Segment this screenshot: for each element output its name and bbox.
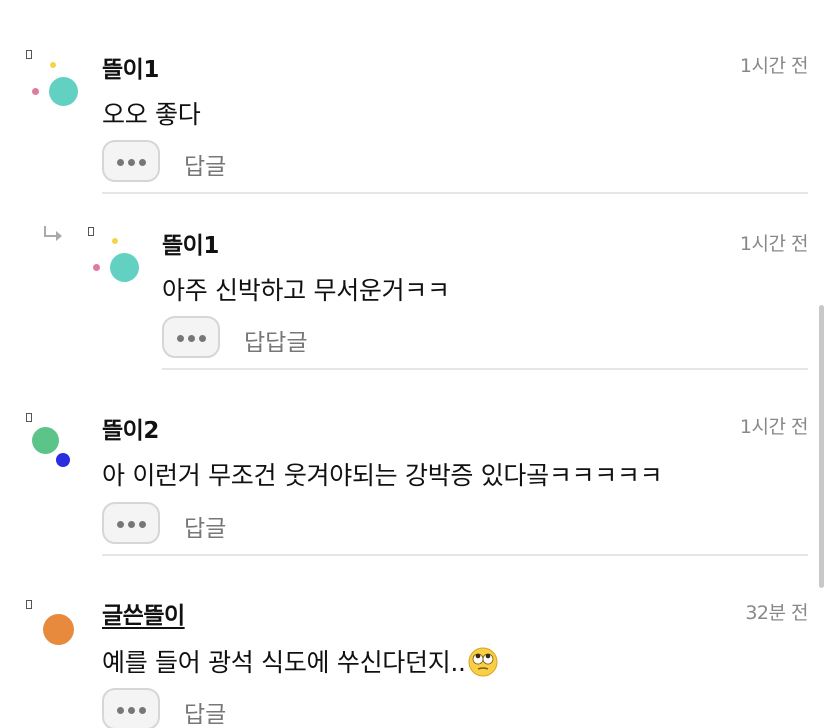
avatar-circle [32, 427, 59, 454]
comment-time: 1시간 전 [739, 416, 809, 438]
comment-nickname[interactable]: 글쓴뜰이 [102, 596, 185, 630]
avatar-dot [112, 238, 118, 244]
avatar[interactable] [88, 227, 148, 297]
comment-text: 예를 들어 광석 식도에 쑤신다던지.. [102, 648, 466, 677]
scrollbar[interactable] [819, 305, 824, 588]
avatar-dot [32, 88, 39, 95]
more-dots-icon [117, 707, 124, 714]
more-dots-icon [117, 521, 124, 528]
more-dots-icon [139, 707, 146, 714]
more-options-button[interactable] [102, 140, 160, 182]
comment-text: 아 이런거 무조건 웃겨야되는 강박증 있다곸ㅋㅋㅋㅋㅋ [102, 461, 663, 490]
avatar-circle [110, 253, 139, 282]
avatar[interactable] [26, 50, 86, 120]
comment-divider [102, 554, 808, 556]
comment-text: 아주 신박하고 무서운거ㅋㅋ [162, 276, 450, 305]
avatar-badge-icon [26, 413, 32, 422]
avatar-badge-icon [26, 50, 32, 59]
more-dots-icon [139, 159, 146, 166]
more-dots-icon [139, 521, 146, 528]
comment-divider [162, 368, 808, 370]
more-dots-icon [128, 707, 135, 714]
more-dots-icon [188, 335, 195, 342]
more-dots-icon [128, 521, 135, 528]
more-options-button[interactable] [102, 502, 160, 544]
comment-thread: 뜰이1 1시간 전 오오 좋다 답글 뜰이1 1시간 전 아주 신박하고 무서운… [0, 0, 828, 728]
avatar[interactable] [26, 413, 86, 483]
comment-time: 32분 전 [745, 602, 808, 624]
avatar-circle [49, 77, 78, 106]
comment-divider [102, 192, 808, 194]
comment-nickname[interactable]: 뜰이1 [162, 226, 219, 260]
reply-arrow-icon [44, 226, 62, 241]
avatar-dot [50, 62, 56, 68]
eye-roll-emoji-icon [468, 647, 498, 677]
comment-nickname[interactable]: 뜰이2 [102, 411, 159, 445]
reply-button[interactable]: 답글 [184, 695, 226, 728]
comment-text-row: 예를 들어 광석 식도에 쑤신다던지.. [102, 643, 498, 679]
more-dots-icon [199, 335, 206, 342]
more-options-button[interactable] [162, 316, 220, 358]
avatar[interactable] [26, 600, 86, 670]
avatar-dot [93, 264, 100, 271]
reply-button[interactable]: 답답글 [244, 323, 307, 357]
reply-button[interactable]: 답글 [184, 509, 226, 543]
more-dots-icon [128, 159, 135, 166]
more-dots-icon [117, 159, 124, 166]
comment-time: 1시간 전 [739, 233, 809, 255]
avatar-circle [43, 614, 74, 645]
avatar-badge-icon [88, 227, 94, 236]
comment-text: 오오 좋다 [102, 100, 201, 129]
avatar-dot [56, 453, 70, 467]
more-options-button[interactable] [102, 688, 160, 728]
more-dots-icon [177, 335, 184, 342]
reply-button[interactable]: 답글 [184, 147, 226, 181]
avatar-badge-icon [26, 600, 32, 609]
comment-time: 1시간 전 [739, 55, 809, 77]
comment-nickname[interactable]: 뜰이1 [102, 50, 159, 84]
